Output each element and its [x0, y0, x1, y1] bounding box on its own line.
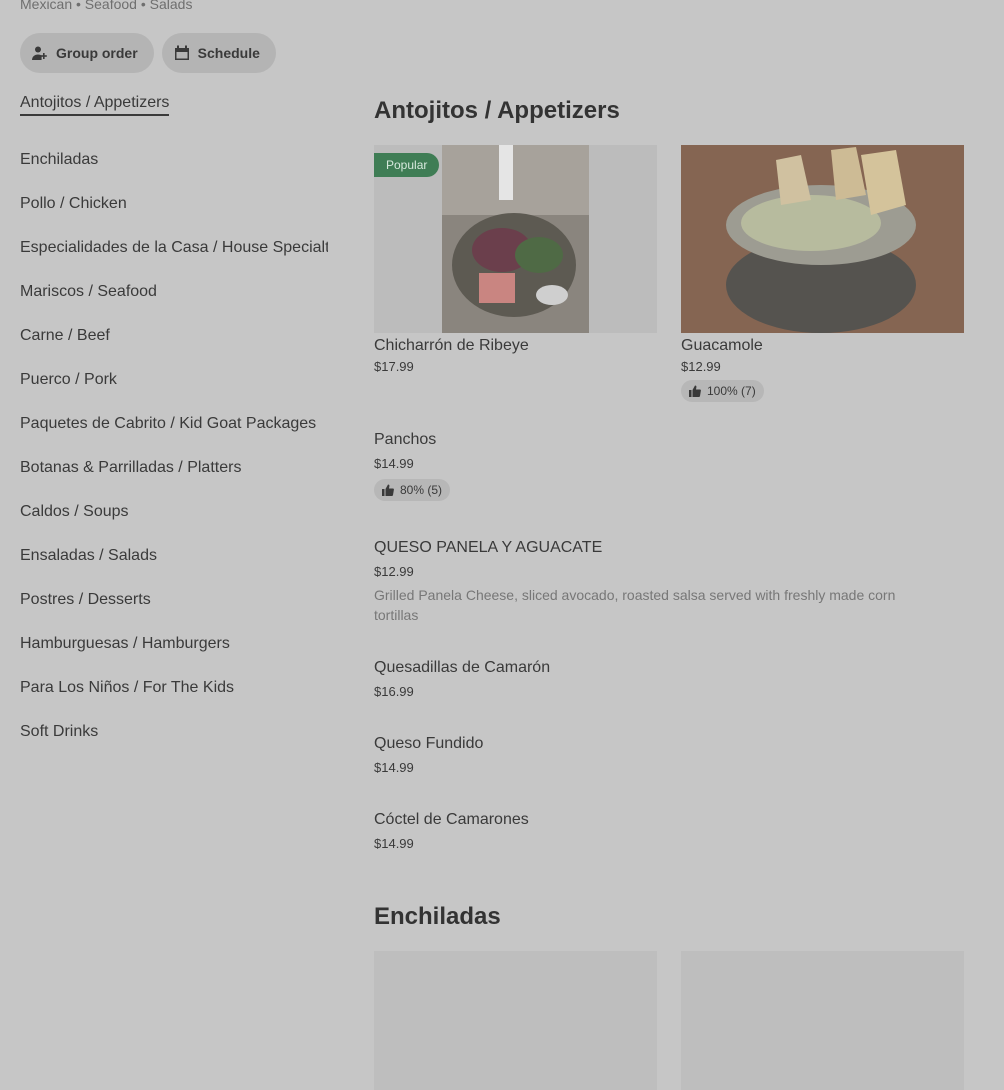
guacamole-image: [681, 145, 964, 333]
thumbs-up-icon: [689, 385, 701, 397]
item-name: Cóctel de Camarones: [374, 811, 529, 828]
item-name: Panchos: [374, 431, 437, 448]
sidebar-item-beef[interactable]: Carne / Beef: [20, 314, 328, 358]
sidebar-item-enchiladas[interactable]: Enchiladas: [20, 138, 328, 182]
item-name: Queso Fundido: [374, 735, 484, 752]
menu-card-guacamole[interactable]: Guacamole $12.99 100% (7): [681, 145, 964, 402]
category-nav: Antojitos / Appetizers Enchiladas Pollo …: [20, 94, 328, 754]
sidebar-item-desserts[interactable]: Postres / Desserts: [20, 578, 328, 622]
item-name: QUESO PANELA Y AGUACATE: [374, 539, 603, 556]
item-price: $12.99: [681, 359, 721, 374]
image-placeholder: [374, 951, 657, 1090]
item-name: Guacamole: [681, 337, 763, 354]
menu-card-placeholder[interactable]: [681, 951, 964, 1090]
schedule-button[interactable]: Schedule: [161, 33, 276, 73]
sidebar-item-salads[interactable]: Ensaladas / Salads: [20, 534, 328, 578]
item-name: Quesadillas de Camarón: [374, 659, 551, 676]
item-price: $12.99: [374, 564, 414, 579]
sidebar-item-appetizers[interactable]: Antojitos / Appetizers: [20, 94, 328, 118]
guacamole-photo: [681, 145, 964, 333]
sidebar-item-kid-goat[interactable]: Paquetes de Cabrito / Kid Goat Packages: [20, 402, 328, 446]
item-price: $14.99: [374, 760, 414, 775]
sidebar-item-seafood[interactable]: Mariscos / Seafood: [20, 270, 328, 314]
item-price: $17.99: [374, 359, 414, 374]
group-order-label: Group order: [56, 45, 138, 61]
sidebar-item-kids[interactable]: Para Los Niños / For The Kids: [20, 666, 328, 710]
thumbs-up-icon: [382, 484, 394, 496]
popular-badge: Popular: [374, 153, 440, 177]
sidebar-item-platters[interactable]: Botanas & Parrilladas / Platters: [20, 446, 328, 490]
cuisine-tags: Mexican • Seafood • Salads: [20, 0, 193, 12]
sidebar-item-pork[interactable]: Puerco / Pork: [20, 358, 328, 402]
sidebar-item-soups[interactable]: Caldos / Soups: [20, 490, 328, 534]
item-name: Chicharrón de Ribeye: [374, 337, 529, 354]
schedule-label: Schedule: [197, 45, 260, 61]
add-person-icon: [32, 46, 47, 60]
rating-badge: 100% (7): [681, 380, 764, 402]
sidebar-item-soft-drinks[interactable]: Soft Drinks: [20, 710, 328, 754]
menu-item-quesadillas-camaron[interactable]: Quesadillas de Camarón $16.99: [374, 659, 550, 699]
item-description: Grilled Panela Cheese, sliced avocado, r…: [374, 587, 896, 623]
menu-item-queso-panela[interactable]: QUESO PANELA Y AGUACATE $12.99 Grilled P…: [374, 539, 934, 625]
item-price: $14.99: [374, 456, 414, 471]
section-title-enchiladas: Enchiladas: [374, 903, 501, 930]
sidebar-item-house-specialties[interactable]: Especialidades de la Casa / House Specia…: [20, 226, 328, 270]
menu-card-chicharron[interactable]: Popular Chicharrón de Ribeye $17.99: [374, 145, 657, 374]
sidebar-item-hamburgers[interactable]: Hamburguesas / Hamburgers: [20, 622, 328, 666]
section-title-appetizers: Antojitos / Appetizers: [374, 97, 620, 124]
menu-item-coctel-camarones[interactable]: Cóctel de Camarones $14.99: [374, 811, 529, 851]
group-order-button[interactable]: Group order: [20, 33, 154, 73]
item-price: $14.99: [374, 836, 414, 851]
menu-item-panchos[interactable]: Panchos $14.99 80% (5): [374, 431, 451, 501]
item-price: $16.99: [374, 684, 414, 699]
sidebar-item-chicken[interactable]: Pollo / Chicken: [20, 182, 328, 226]
rating-badge: 80% (5): [374, 479, 451, 501]
image-placeholder: [681, 951, 964, 1090]
order-actions: Group order Schedule: [20, 33, 276, 73]
menu-item-queso-fundido[interactable]: Queso Fundido $14.99: [374, 735, 483, 775]
menu-card-placeholder[interactable]: [374, 951, 657, 1090]
calendar-icon: [174, 45, 189, 60]
